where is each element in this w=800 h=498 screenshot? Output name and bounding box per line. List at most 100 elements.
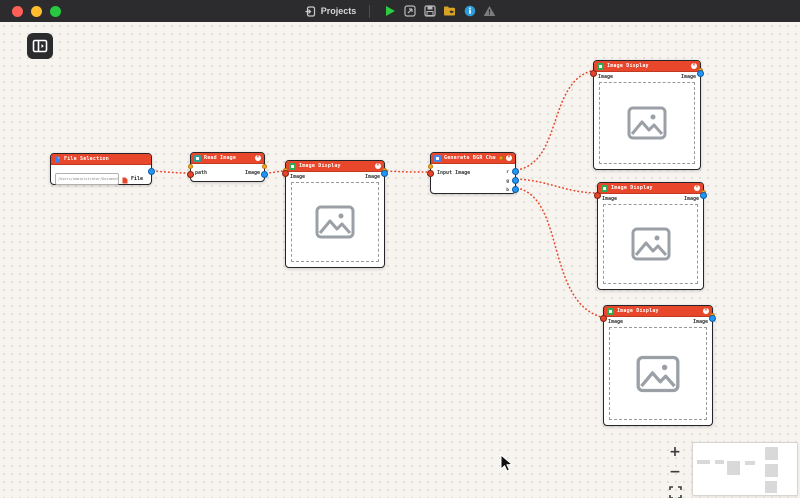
close-node-button[interactable]: × [506,155,512,161]
app-window: Projects [0,0,800,498]
node-header: Image Display × [604,306,712,317]
projects-icon [304,5,317,18]
image-display-icon [289,163,296,170]
node-title: Read Image [204,155,252,161]
input-port-label: Image [608,319,623,325]
zoom-window-button[interactable] [50,6,61,17]
node-image-display-1[interactable]: Image Display × Image Image [285,160,385,268]
image-preview-box [599,82,695,164]
node-title: Image Display [299,163,372,169]
close-node-button[interactable]: × [375,163,381,169]
input-port-label: path [195,170,207,176]
input-port-image[interactable] [594,192,601,199]
output-port-g[interactable] [512,177,519,184]
sidebar-toggle-button[interactable] [27,33,53,59]
output-port-r[interactable] [512,168,519,175]
output-port-image[interactable] [697,70,704,77]
node-header: Read Image × [191,153,264,164]
close-node-button[interactable]: × [255,155,261,161]
node-title: Image Display [611,185,691,191]
node-header: Image Display × [598,183,703,194]
flow-port-in[interactable] [428,164,433,169]
input-port-image[interactable] [600,315,607,322]
zoom-out-button[interactable]: − [666,464,684,480]
close-node-button[interactable]: × [703,308,709,314]
input-port-image[interactable] [427,170,434,177]
output-port-label-r: r [506,168,509,177]
output-port-image[interactable] [381,170,388,177]
flow-port-header[interactable] [499,156,503,160]
traffic-lights [12,6,61,17]
play-icon[interactable] [383,5,396,18]
input-port-image[interactable] [282,170,289,177]
info-icon[interactable] [463,5,476,18]
node-generate-bgr-channels[interactable]: Generate BGR Channels × Input Image r g … [430,152,516,194]
close-node-button[interactable]: × [694,185,700,191]
flow-port-in[interactable] [188,164,193,169]
output-port-image[interactable] [700,192,707,199]
flow-port-out[interactable] [262,164,267,169]
file-icon [54,156,61,163]
node-title: Image Display [607,63,688,69]
sidebar-toggle-icon [32,38,48,54]
fit-view-icon [669,486,682,498]
image-placeholder-icon [636,355,680,393]
minimap-node [727,461,740,475]
node-title: Image Display [617,308,700,314]
image-placeholder-icon [315,205,355,239]
input-port-label: Image [290,174,305,180]
node-title: File Selection [64,156,148,162]
warning-icon[interactable] [483,5,496,18]
image-placeholder-icon [631,227,671,261]
output-port-file[interactable] [148,168,155,175]
output-port-label: Image [693,319,708,325]
image-preview-box [609,327,707,420]
fit-view-button[interactable] [666,484,684,498]
input-port-label: Image [598,74,613,80]
image-placeholder-icon [627,106,667,140]
open-folder-icon[interactable] [443,5,456,18]
minimap-node [765,447,778,460]
image-display-icon [597,63,604,70]
file-path-field[interactable]: /Users/administrator/Documents/_LAB/C [55,173,119,185]
node-image-display-4[interactable]: Image Display × Image Image [603,305,713,426]
input-port-image[interactable] [590,70,597,77]
mouse-cursor [499,454,515,472]
node-image-display-2[interactable]: Image Display × Image Image [593,60,701,170]
save-icon[interactable] [423,5,436,18]
read-image-icon [194,155,201,162]
input-port-label: Image [602,196,617,202]
projects-label: Projects [321,6,357,16]
minimap-node [765,481,777,493]
file-doc-icon [122,169,128,188]
node-header: Image Display × [594,61,700,72]
image-preview-box [291,182,379,262]
input-port-label: Input Image [437,170,470,176]
image-preview-box [603,204,698,284]
node-image-display-3[interactable]: Image Display × Image Image [597,182,704,290]
node-header: Image Display × [286,161,384,172]
minimap-node [765,464,778,477]
input-port-path[interactable] [187,171,194,178]
image-display-icon [607,308,614,315]
node-header: File Selection [51,154,151,165]
minimap[interactable] [692,442,798,496]
minimize-window-button[interactable] [31,6,42,17]
file-port-label: File [131,176,143,182]
node-read-image[interactable]: Read Image × path Image [190,152,265,182]
projects-button[interactable]: Projects [304,5,357,18]
canvas-controls: + − [664,444,686,498]
output-port-label: Image [681,74,696,80]
output-port-image[interactable] [261,171,268,178]
export-icon[interactable] [403,5,416,18]
minimap-node [715,460,724,464]
close-node-button[interactable]: × [691,63,697,69]
zoom-in-button[interactable]: + [666,444,684,460]
output-port-b[interactable] [512,186,519,193]
output-port-image[interactable] [709,315,716,322]
close-window-button[interactable] [12,6,23,17]
generate-bgr-icon [434,155,441,162]
node-file-selection[interactable]: File Selection /Users/administrator/Docu… [50,153,152,185]
minimap-node [697,460,710,464]
output-port-label-b: b [506,186,509,195]
